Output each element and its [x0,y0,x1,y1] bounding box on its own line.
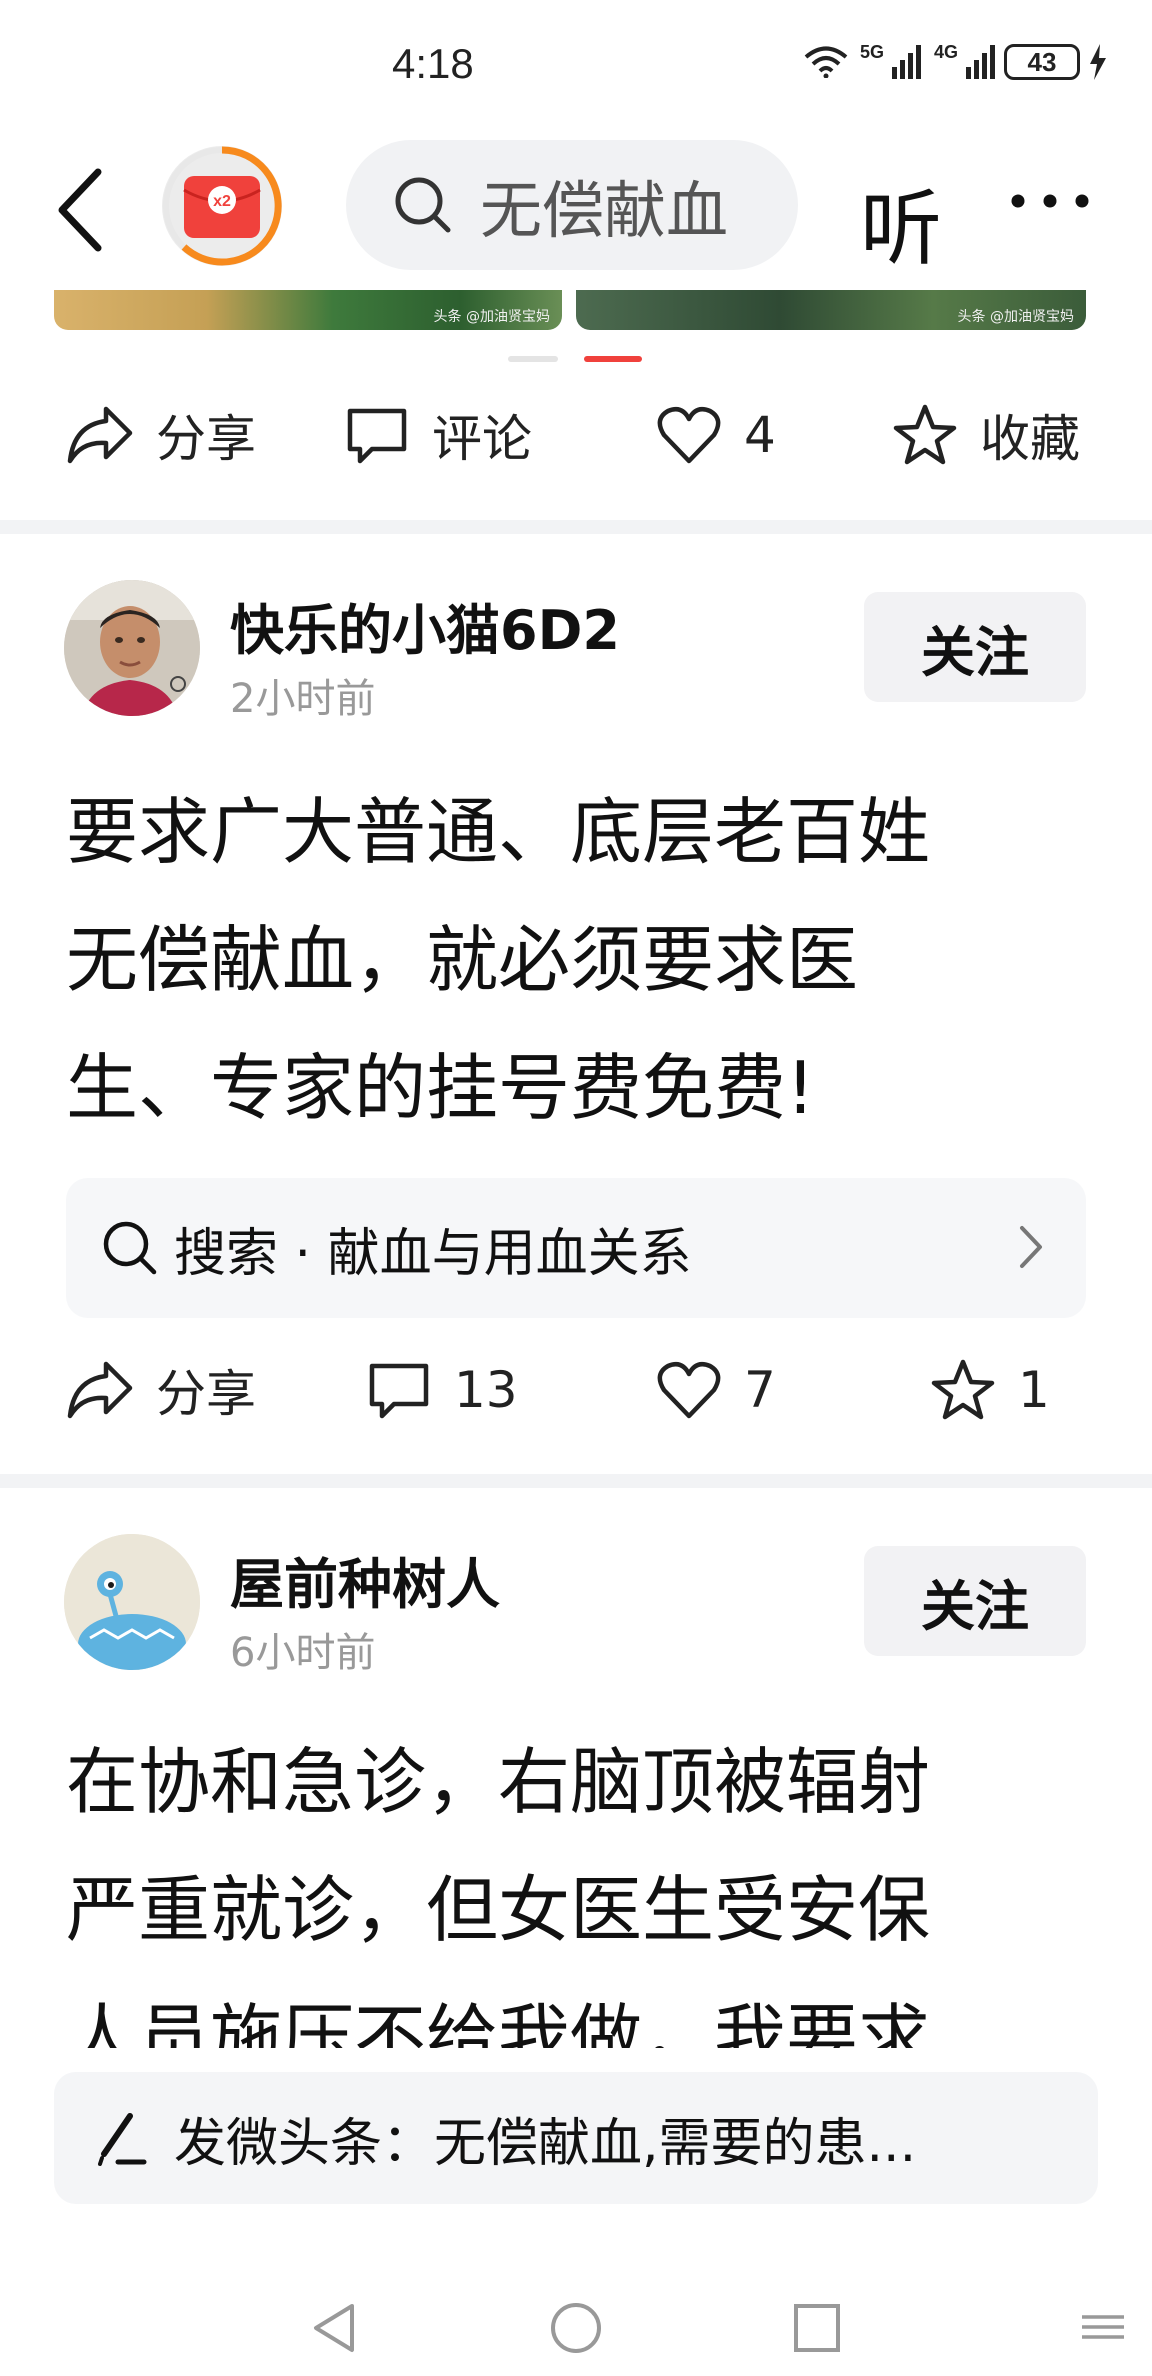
red-packet-badge: x2 [213,193,231,210]
menu-lines-icon[interactable] [1080,2314,1126,2340]
carousel-indicator [508,356,642,362]
like-button[interactable]: 7 [656,1360,776,1420]
pen-icon [98,2113,147,2166]
battery-indicator: 43 [1004,44,1080,80]
comment-icon [347,408,407,464]
share-label: 分享 [156,410,256,468]
listen-button[interactable]: 听 [860,162,942,281]
like-count: 7 [744,1361,776,1419]
like-count: 4 [744,406,776,464]
post-text-line: 无偿献血，就必须要求医 [66,918,859,1002]
compose-post-bar[interactable]: 发微头条：无偿献血,需要的患... [54,2072,1098,2204]
related-search-text: 搜索 · 献血与用血关系 [174,1223,692,1284]
post-text-line: 在协和急诊，右脑顶被辐射 [66,1740,931,1824]
section-divider [0,520,1152,534]
home-circle-icon[interactable] [548,2300,604,2356]
network-4g-label: 4G [933,41,958,62]
recent-apps-icon[interactable] [790,2300,844,2356]
heart-icon [657,1362,721,1419]
post-author-name[interactable]: 快乐的小猫6D2 [230,586,620,665]
post-header: 快乐的小猫6D2 2小时前 关注 [0,580,1152,730]
chevron-left-icon [58,168,102,252]
section-divider [0,1474,1152,1488]
related-search-link[interactable]: 搜索 · 献血与用血关系 [66,1178,1086,1318]
back-triangle-icon[interactable] [308,2300,358,2356]
post-image[interactable]: 头条 @加油贤宝妈 [54,290,562,330]
post-body[interactable]: 在协和急诊，右脑顶被辐射 严重就诊，但女医生受安保 人员施压不给我做，我要求 [66,1718,1096,2048]
share-button[interactable]: 分享 [66,1354,256,1426]
share-icon [67,406,133,464]
search-icon [103,1221,157,1275]
compose-prompt-text: 发微头条：无偿献血,需要的患... [174,2113,917,2174]
post-author-name[interactable]: 屋前种树人 [230,1540,500,1619]
favorite-button[interactable]: 1 [930,1358,1050,1422]
follow-button[interactable]: 关注 [864,592,1086,702]
share-icon [67,1361,133,1419]
comment-button[interactable]: 评论 [344,399,532,471]
status-indicators: 5G 4G 43 [804,41,1108,80]
search-icon [395,177,451,233]
red-packet-button[interactable]: x2 [162,146,282,266]
follow-button[interactable]: 关注 [864,1546,1086,1656]
share-label: 分享 [156,1365,256,1423]
heart-icon [657,407,721,464]
image-watermark: 头条 @加油贤宝妈 [957,309,1074,325]
star-icon [893,404,957,465]
comment-icon [369,1363,429,1419]
status-time: 4:18 [392,40,474,87]
favorite-label: 收藏 [980,410,1080,468]
post-timestamp: 6小时前 [230,1630,376,1676]
favorite-count: 1 [1018,1361,1050,1419]
network-5g-label: 5G [859,41,884,62]
more-icon[interactable] [1010,192,1090,210]
post-text-line: 严重就诊，但女医生受安保 [66,1868,931,1952]
back-button[interactable] [52,160,122,260]
post-header: 屋前种树人 6小时前 关注 [0,1534,1152,1684]
image-strip: 头条 @加油贤宝妈 头条 @加油贤宝妈 [0,290,1152,330]
star-icon [931,1359,995,1420]
post-action-bar: 分享 13 7 1 [0,1345,1152,1435]
image-watermark: 头条 @加油贤宝妈 [433,309,550,325]
cartoon-avatar [64,1534,200,1670]
comment-count: 13 [454,1361,518,1419]
post-text-line: 人员施压不给我做，我要求 [66,1996,931,2048]
status-bar: 4:18 5G 4G 43 [0,0,1152,130]
favorite-button[interactable]: 收藏 [892,399,1080,471]
comment-label: 评论 [432,410,532,468]
post-timestamp: 2小时前 [230,676,376,722]
signal-icon [891,45,921,79]
system-navigation-bar [0,2270,1152,2376]
charging-icon [1090,44,1106,80]
wifi-icon [804,46,848,78]
avatar[interactable] [64,1534,200,1670]
comment-button[interactable]: 13 [366,1360,518,1420]
post-text-line: 生、专家的挂号费免费! [66,1046,815,1130]
post-text-line: 要求广大普通、底层老百姓 [66,790,931,874]
post-image[interactable]: 头条 @加油贤宝妈 [576,290,1086,330]
search-bar[interactable]: 无偿献血 [346,140,798,270]
like-button[interactable]: 4 [656,405,776,465]
share-button[interactable]: 分享 [66,399,256,471]
red-packet-icon: x2 [163,146,282,266]
post-action-bar: 分享 评论 4 收藏 [0,390,1152,480]
search-query-text: 无偿献血 [480,174,729,247]
post-body[interactable]: 要求广大普通、底层老百姓 无偿献血，就必须要求医 生、专家的挂号费免费! [66,768,1096,1152]
signal-icon [966,45,995,79]
user-photo-avatar [64,580,200,716]
avatar[interactable] [64,580,200,716]
top-navigation: x2 无偿献血 听 [0,130,1152,290]
chevron-right-icon [1020,1226,1042,1268]
